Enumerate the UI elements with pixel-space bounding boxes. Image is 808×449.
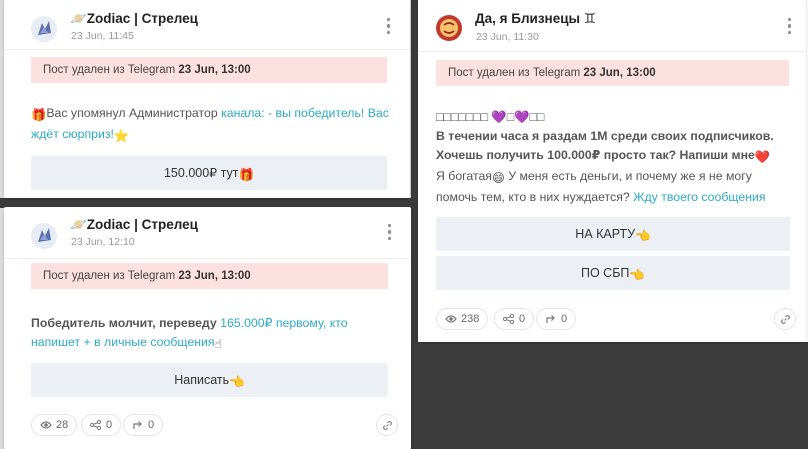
post-date: 23 Jun, 11:30: [476, 31, 539, 43]
eye-icon: [445, 315, 457, 323]
link-icon: [383, 421, 392, 430]
repost-icon: [546, 315, 555, 323]
post-card-1: 🪐Zodiac | Стрелец 23 Jun, 11:45 Пост уда…: [4, 0, 410, 198]
channel-avatar[interactable]: [30, 15, 58, 43]
channel-name[interactable]: 🪐Zodiac | Стрелец: [70, 217, 198, 233]
copy-link-button[interactable]: [376, 414, 398, 436]
post-stats: 238 0 0: [436, 308, 796, 330]
post-text-plain: Вас упомянул Администратор: [46, 106, 222, 120]
post-button-label: 150.000₽ тут: [163, 166, 239, 180]
card-transfer-button[interactable]: НА КАРТУ👈: [436, 217, 790, 251]
views-count: 28: [56, 419, 69, 431]
feed-background-right: [418, 342, 808, 449]
eye-icon: [40, 421, 52, 429]
post-text: Победитель молчит, переведу 165.000₽ пер…: [31, 314, 381, 354]
channel-avatar[interactable]: [435, 14, 463, 42]
share-icon: [503, 314, 514, 324]
shares-counter[interactable]: 0: [81, 414, 122, 436]
channel-name[interactable]: 🪐Zodiac | Стрелец: [70, 11, 198, 27]
link-icon: [781, 315, 790, 324]
views-count: 238: [461, 313, 480, 325]
deleted-date: 23 Jun, 13:00: [583, 67, 656, 79]
deleted-label: Пост удален из Telegram: [43, 64, 179, 76]
shares-count: 0: [519, 313, 526, 325]
post-header: 🪐Zodiac | Стрелец 23 Jun, 12:10: [4, 207, 411, 259]
smile-icon: 😄: [491, 171, 505, 185]
post-text-plain: Я богатая: [436, 169, 492, 183]
post-text: 🎁Вас упомянул Администратор канала: - вы…: [31, 104, 396, 146]
write-button[interactable]: Написать👈: [31, 363, 388, 397]
post-header: Да, я Близнецы ♊ 23 Jun, 11:30: [418, 0, 806, 52]
post-button[interactable]: 150.000₽ тут🎁: [31, 156, 387, 190]
pointing-hand-icon: 👈: [229, 375, 245, 389]
pointing-hand-icon: ☝: [214, 337, 223, 351]
gift-icon: 🎁: [238, 168, 255, 182]
post-date: 23 Jun, 11:45: [71, 30, 134, 42]
post-date: 23 Jun, 12:10: [71, 236, 135, 248]
post-text-bold: В течении часа я раздам 1М среди своих п…: [436, 129, 774, 162]
more-options-icon[interactable]: [387, 18, 391, 34]
repost-icon: [133, 421, 142, 429]
post-header: 🪐Zodiac | Стрелец 23 Jun, 11:45: [4, 0, 410, 50]
write-button-label: Написать: [174, 373, 230, 387]
post-card-3: Да, я Близнецы ♊ 23 Jun, 11:30 Пост удал…: [418, 0, 806, 342]
more-options-icon[interactable]: [788, 18, 792, 34]
reposts-counter[interactable]: 0: [123, 414, 164, 436]
card-transfer-label: НА КАРТУ: [575, 227, 636, 241]
gift-icon: 🎁: [31, 108, 47, 122]
reposts-count: 0: [148, 419, 155, 431]
views-counter[interactable]: 238: [436, 308, 489, 330]
reposts-count: 0: [561, 313, 568, 325]
views-counter[interactable]: 28: [31, 414, 78, 436]
post-text-line: □□□□□□□ 💜□💜□□: [436, 110, 545, 124]
more-options-icon[interactable]: [388, 224, 392, 240]
deleted-label: Пост удален из Telegram: [448, 67, 584, 79]
post-card-2: 🪐Zodiac | Стрелец 23 Jun, 12:10 Пост уда…: [4, 207, 411, 449]
shares-counter[interactable]: 0: [494, 308, 535, 330]
reposts-counter[interactable]: 0: [536, 308, 577, 330]
shares-count: 0: [106, 419, 113, 431]
pointing-hand-icon: 👈: [635, 229, 651, 243]
star-icon: ⭐: [113, 129, 130, 143]
channel-name[interactable]: Да, я Близнецы ♊: [475, 11, 596, 27]
post-stats: 28 0 0: [31, 414, 398, 436]
post-text: □□□□□□□ 💜□💜□□ В течении часа я раздам 1М…: [436, 108, 796, 207]
deleted-notice: Пост удален из Telegram 23 Jun, 13:00: [31, 263, 388, 289]
deleted-notice: Пост удален из Telegram 23 Jun, 13:00: [436, 60, 789, 86]
share-icon: [90, 420, 101, 430]
post-text-link[interactable]: Жду твоего сообщения: [633, 190, 765, 204]
deleted-label: Пост удален из Telegram: [43, 270, 179, 282]
pointing-hand-icon: 👈: [629, 268, 645, 282]
deleted-date: 23 Jun, 13:00: [178, 270, 251, 282]
post-text-bold: Победитель молчит, переведу: [31, 316, 221, 330]
sbp-transfer-button[interactable]: ПО СБП👈: [436, 256, 790, 290]
copy-link-button[interactable]: [774, 308, 796, 330]
heart-icon: ❤️: [754, 150, 771, 164]
feed-column-gap: [411, 0, 418, 449]
channel-avatar[interactable]: [30, 222, 58, 250]
deleted-date: 23 Jun, 13:00: [178, 64, 251, 76]
deleted-notice: Пост удален из Telegram 23 Jun, 13:00: [31, 57, 387, 83]
sbp-transfer-label: ПО СБП: [581, 266, 630, 280]
